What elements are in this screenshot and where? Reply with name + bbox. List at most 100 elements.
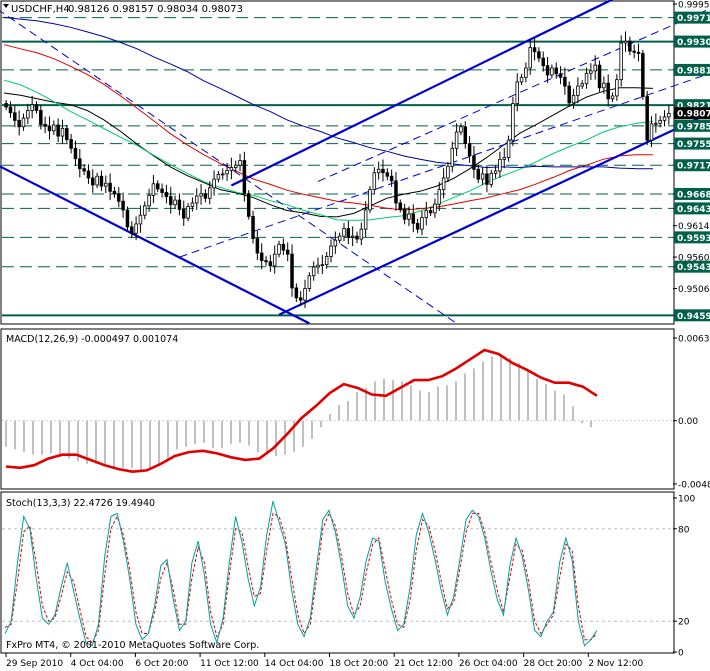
candle-body bbox=[610, 95, 615, 100]
candle-body bbox=[160, 188, 164, 193]
candle-body bbox=[411, 213, 416, 224]
candle-body bbox=[264, 260, 268, 263]
time-tick-label: 21 Oct 12:00 bbox=[394, 659, 453, 669]
candle-body bbox=[143, 205, 147, 216]
candle-body bbox=[337, 235, 342, 241]
macd-tick-label: -0.00484 bbox=[678, 481, 710, 491]
candle-body bbox=[333, 239, 338, 247]
candle-body bbox=[389, 175, 394, 182]
candle-body bbox=[415, 222, 420, 230]
price-tick-label: 0.95060 bbox=[678, 285, 710, 295]
candle-body bbox=[169, 196, 173, 206]
candle-body bbox=[446, 165, 450, 179]
candle-body bbox=[281, 243, 286, 251]
candle-body bbox=[186, 206, 190, 219]
copyright-text: FxPro MT4, © 2001-2010 MetaQuotes Softwa… bbox=[6, 640, 259, 651]
candle-body bbox=[182, 208, 186, 219]
time-tick-label: 18 Oct 20:00 bbox=[330, 659, 389, 669]
candle[interactable] bbox=[511, 96, 515, 147]
candle-body bbox=[203, 193, 208, 199]
candle-body bbox=[667, 112, 671, 118]
candle-body bbox=[606, 82, 610, 100]
time-tick-label: 11 Oct 12:00 bbox=[200, 659, 259, 669]
candle-body bbox=[39, 110, 43, 125]
candle-body bbox=[381, 168, 385, 174]
candle-body bbox=[147, 195, 151, 207]
candle-body bbox=[554, 67, 558, 75]
time-tick-label: 26 Oct 04:00 bbox=[459, 659, 518, 669]
stoch-tick-label: 20 bbox=[678, 618, 690, 628]
level-price-tag-label: 0.99304 bbox=[677, 38, 710, 48]
candle-body bbox=[199, 193, 203, 197]
price-tick-label: 0.99950 bbox=[678, 1, 710, 11]
candle-body bbox=[125, 209, 130, 228]
candle-body bbox=[220, 173, 225, 176]
time-tick-label: 14 Oct 04:00 bbox=[265, 659, 324, 669]
candle[interactable] bbox=[125, 206, 130, 230]
candle-body bbox=[372, 172, 377, 191]
candle-body bbox=[121, 200, 125, 211]
candle-body bbox=[86, 170, 91, 179]
candle-body bbox=[350, 235, 355, 238]
candle-body bbox=[472, 155, 476, 170]
stoch-tick-label: 80 bbox=[678, 525, 690, 535]
candle-body bbox=[82, 168, 86, 172]
candle-body bbox=[441, 177, 446, 191]
candle-body bbox=[346, 228, 351, 238]
candle-body bbox=[290, 253, 294, 289]
candle-body bbox=[316, 264, 320, 268]
candle-body bbox=[563, 76, 567, 87]
candle-body bbox=[359, 228, 364, 240]
candle-body bbox=[52, 124, 56, 132]
candle-body bbox=[26, 110, 30, 119]
price-panel-frame bbox=[0, 0, 675, 325]
candle-body bbox=[506, 139, 511, 159]
candle-body bbox=[238, 160, 242, 166]
candle-body bbox=[454, 131, 459, 149]
candle[interactable] bbox=[641, 49, 645, 100]
candle-body bbox=[156, 183, 160, 190]
candle-body bbox=[268, 261, 273, 267]
candle-body bbox=[528, 47, 532, 69]
candle[interactable] bbox=[246, 190, 251, 220]
time-tick-label: 29 Sep 2010 bbox=[6, 659, 63, 669]
price-axis: 0.999500.997160.993040.988170.982110.980… bbox=[673, 1, 710, 322]
candle-body bbox=[584, 72, 589, 85]
candle-body bbox=[177, 199, 182, 210]
candle-body bbox=[242, 160, 247, 195]
candle-body bbox=[450, 147, 455, 167]
candle-body bbox=[108, 182, 112, 192]
stoch-tick-label: 100 bbox=[678, 495, 695, 505]
candle-body bbox=[641, 53, 645, 97]
candle[interactable] bbox=[368, 186, 372, 214]
candle-body bbox=[194, 195, 199, 204]
candle-body bbox=[324, 256, 329, 266]
candle-body bbox=[662, 116, 667, 121]
chart-title: USDCHF,H4 bbox=[11, 4, 70, 15]
candle-body bbox=[320, 264, 325, 267]
candle[interactable] bbox=[597, 60, 602, 92]
candle-body bbox=[233, 164, 238, 168]
candle-body bbox=[212, 178, 216, 189]
candle-body bbox=[437, 189, 442, 205]
candle-body bbox=[428, 210, 433, 214]
candle-body bbox=[91, 177, 95, 186]
candle[interactable] bbox=[619, 35, 623, 87]
candle-body bbox=[398, 202, 403, 210]
candle-body bbox=[623, 40, 628, 44]
candle-body bbox=[8, 106, 13, 114]
candle-body bbox=[654, 122, 658, 125]
candle-body bbox=[43, 124, 47, 127]
macd-label: MACD(12,26,9) -0.000497 0.001074 bbox=[6, 334, 178, 345]
candle-body bbox=[60, 128, 65, 137]
candle[interactable] bbox=[645, 90, 649, 146]
candle-body bbox=[541, 57, 545, 67]
candle-body bbox=[117, 193, 121, 202]
chart-area: 0.999500.997160.993040.988170.982110.980… bbox=[0, 0, 710, 669]
time-axis: 29 Sep 2010 4 Oct 04:00 6 Oct 20:00 11 Oct … bbox=[5, 653, 644, 669]
macd-tick-label: 0.00 bbox=[678, 417, 698, 427]
candle-body bbox=[363, 209, 368, 230]
candle-body bbox=[225, 169, 229, 175]
candle-body bbox=[342, 228, 346, 237]
candle-body bbox=[329, 245, 333, 257]
